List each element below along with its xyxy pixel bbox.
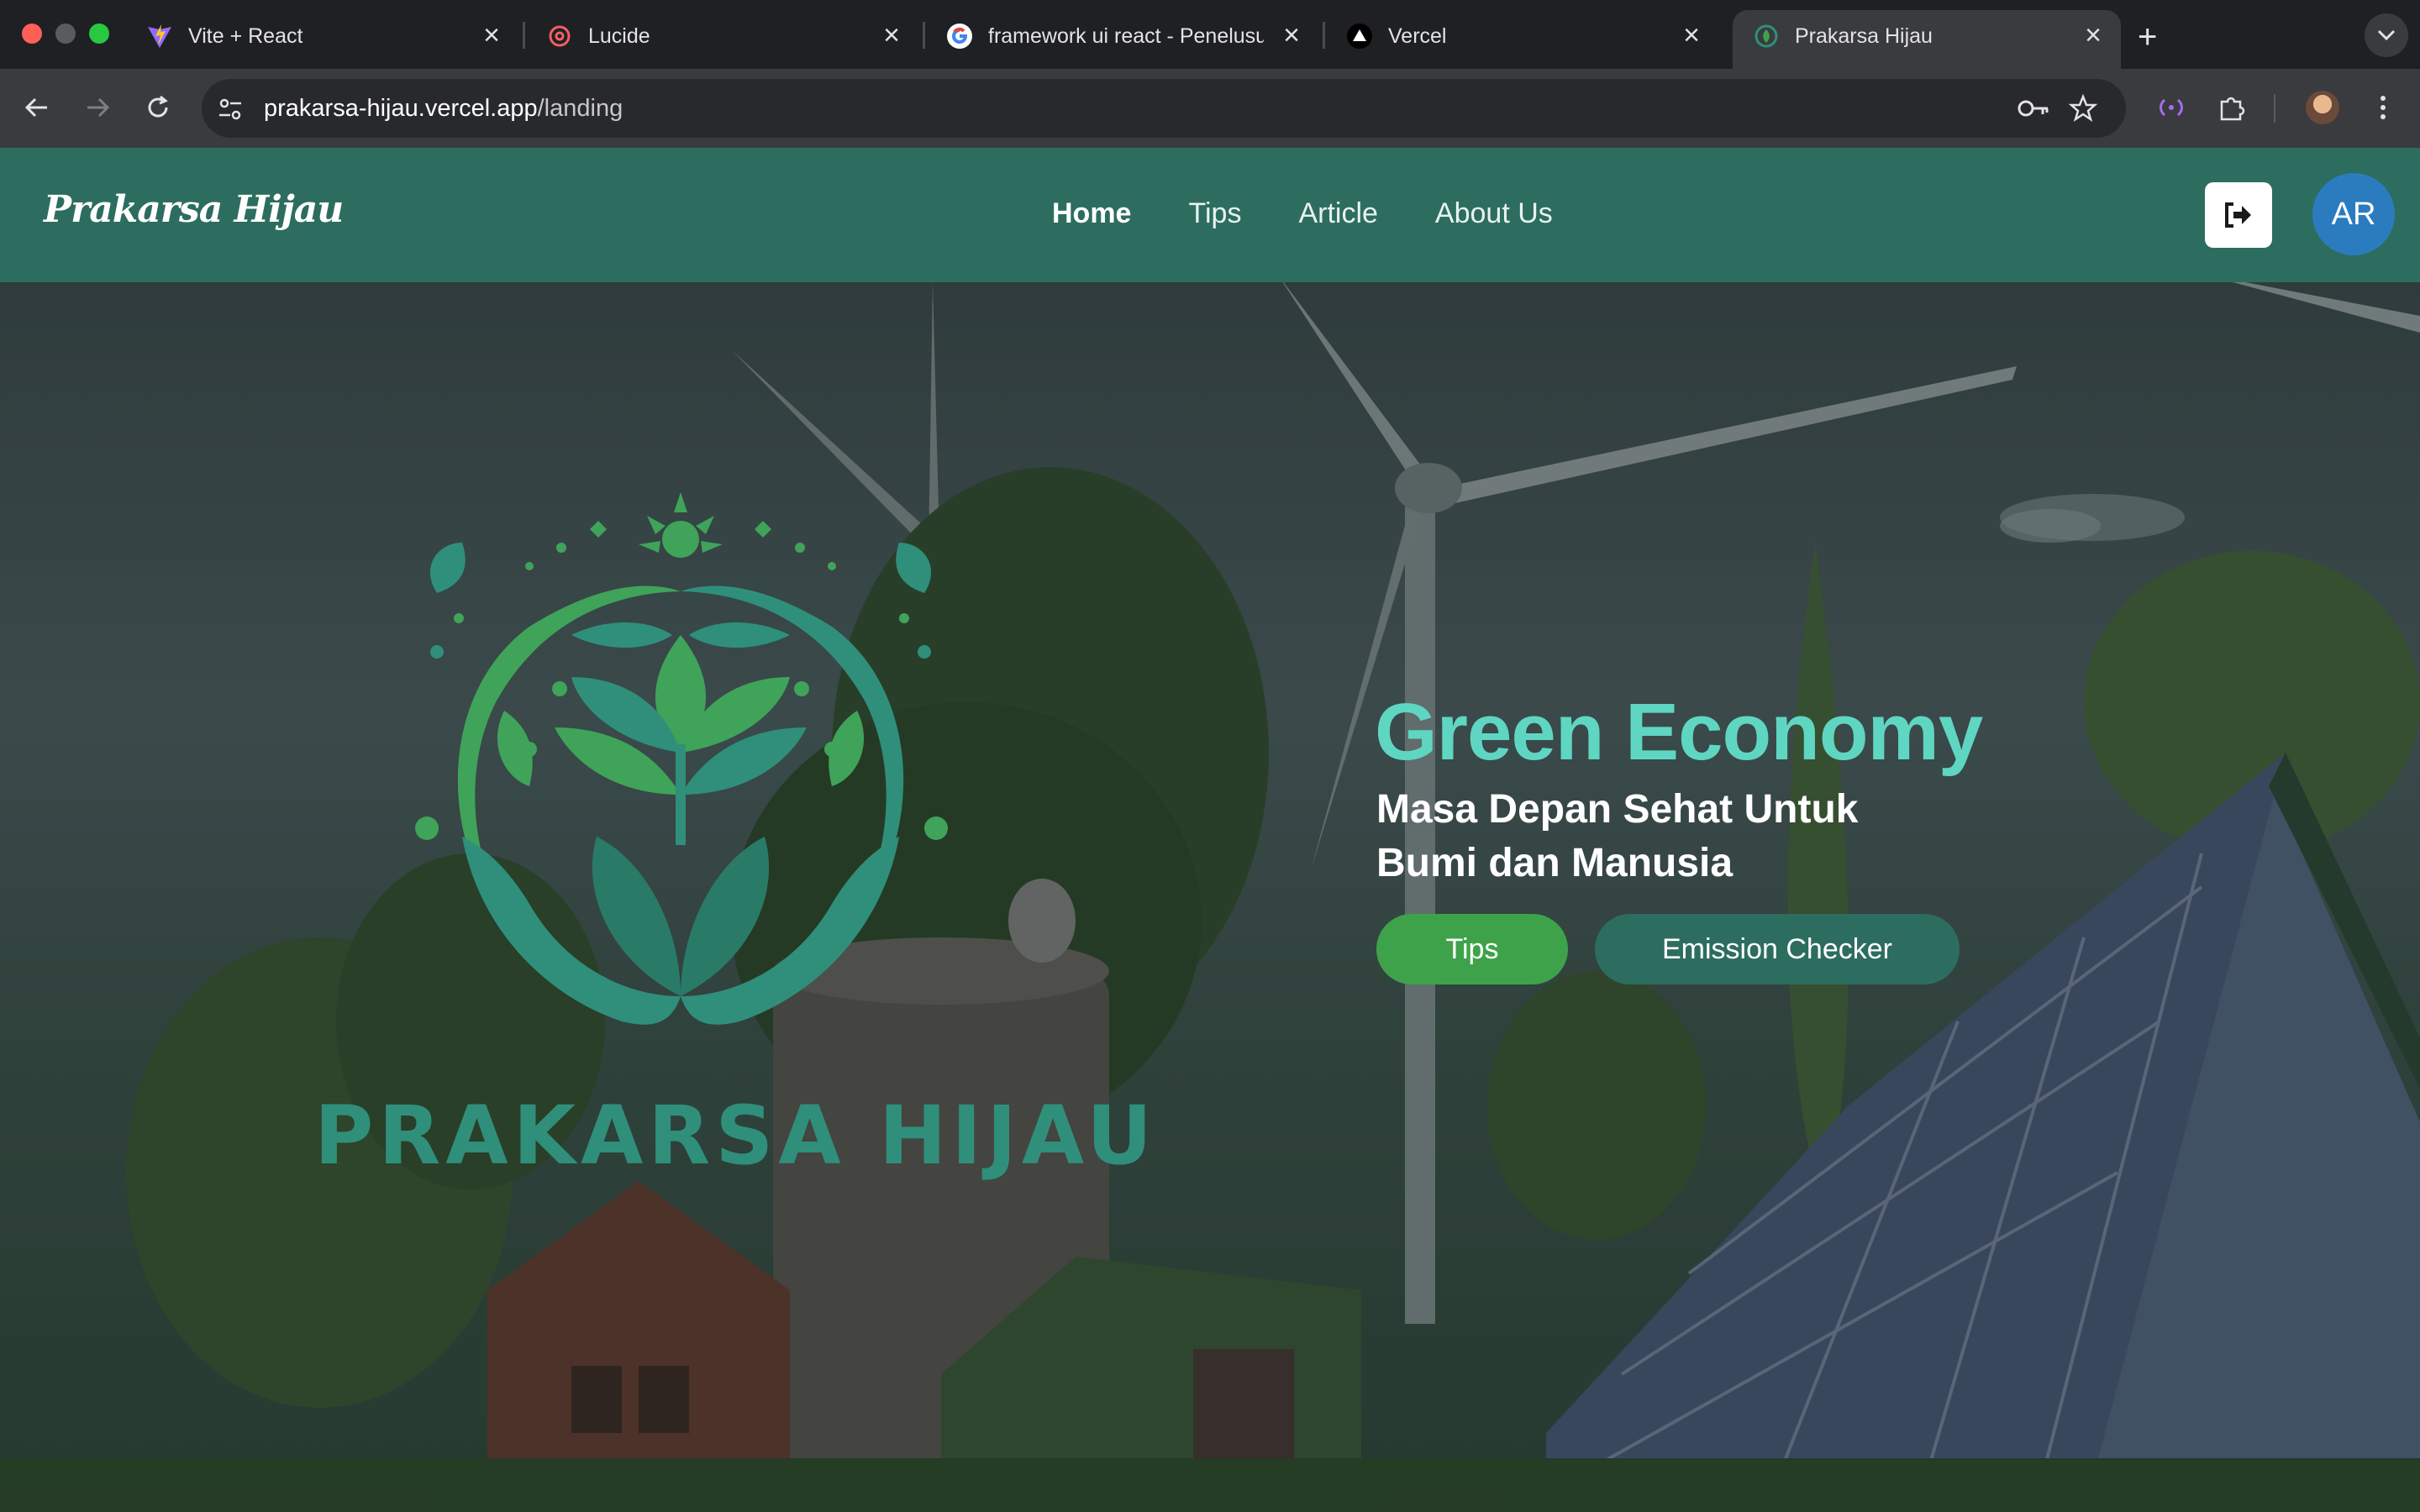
browser-tab-active[interactable]: Prakarsa Hijau × [1733, 10, 2121, 69]
prakarsa-hijau-logo [415, 492, 948, 1025]
browser-tab-strip: Vite + React × Lucide × framework ui rea… [0, 0, 2420, 69]
tab-close-button[interactable]: × [877, 20, 906, 50]
hero-subtitle: Masa Depan Sehat Untuk Bumi dan Manusia [1376, 787, 1859, 885]
back-button[interactable] [17, 87, 57, 128]
logout-icon [2225, 202, 2251, 228]
arrow-left-icon [24, 97, 47, 118]
nav-article[interactable]: Article [1298, 195, 1377, 232]
main-nav: Home Tips Article About Us [1052, 195, 1610, 232]
tips-button[interactable]: Tips [1376, 914, 1568, 984]
browser-toolbar: prakarsa-hijau.vercel.app/landing [0, 69, 2420, 148]
puzzle-icon [2220, 97, 2245, 121]
zoom-window-button[interactable] [89, 24, 109, 44]
profile-avatar [2306, 91, 2339, 124]
profile-button[interactable] [2302, 87, 2343, 128]
hero-dark-overlay [0, 282, 2420, 1512]
extension-brackets-icon [2160, 98, 2183, 117]
tab-search-button[interactable] [2365, 13, 2408, 57]
new-tab-button[interactable]: + [2138, 18, 2157, 56]
reload-icon [148, 95, 168, 118]
address-bar[interactable]: prakarsa-hijau.vercel.app/landing [202, 79, 2126, 138]
nav-home[interactable]: Home [1052, 195, 1131, 232]
extensions-menu-button[interactable] [2212, 87, 2252, 128]
tab-close-button[interactable]: × [1277, 20, 1306, 50]
hero-section: PRAKARSA HIJAU Green Economy Masa Depan … [0, 282, 2420, 1512]
google-icon [947, 24, 972, 49]
tab-close-button[interactable]: × [2079, 20, 2107, 50]
browser-menu-button[interactable] [2363, 87, 2403, 128]
vercel-icon [1347, 24, 1372, 49]
tab-close-button[interactable]: × [477, 20, 506, 50]
more-vertical-icon [2381, 96, 2386, 119]
chevron-down-icon [2377, 29, 2396, 41]
url-text[interactable]: prakarsa-hijau.vercel.app/landing [264, 94, 623, 123]
prakarsa-hijau-favicon [1754, 24, 1778, 48]
site-brand-logo[interactable]: Prakarsa Hijau [44, 188, 344, 231]
logo-wordmark: PRAKARSA HIJAU [314, 1089, 1158, 1183]
browser-tab[interactable]: framework ui react - Penelusuran Google … [926, 10, 1321, 69]
vite-icon [148, 24, 171, 48]
user-avatar[interactable]: AR [2312, 173, 2395, 255]
lucide-icon [549, 25, 571, 47]
minimize-window-button[interactable] [55, 24, 76, 44]
extension-button[interactable] [2151, 87, 2191, 128]
browser-tab[interactable]: Vite + React × [126, 10, 521, 69]
tab-close-button[interactable]: × [1677, 20, 1706, 50]
reload-button[interactable] [138, 87, 178, 128]
site-header: Prakarsa Hijau Home Tips Article About U… [0, 148, 2420, 282]
hero-title: Green Economy [1375, 687, 1983, 777]
close-window-button[interactable] [22, 24, 42, 44]
forward-button[interactable] [77, 87, 118, 128]
site-info-icon[interactable] [217, 96, 244, 123]
browser-tab[interactable]: Lucide × [526, 10, 921, 69]
browser-tab[interactable]: Vercel × [1326, 10, 1721, 69]
logout-button[interactable] [2205, 182, 2272, 248]
nav-tips[interactable]: Tips [1188, 195, 1241, 232]
arrow-right-icon [87, 97, 110, 118]
nav-about-us[interactable]: About Us [1435, 195, 1553, 232]
key-icon[interactable] [2017, 96, 2050, 121]
emission-checker-button[interactable]: Emission Checker [1595, 914, 1960, 984]
bookmark-star-icon[interactable] [2069, 94, 2097, 123]
